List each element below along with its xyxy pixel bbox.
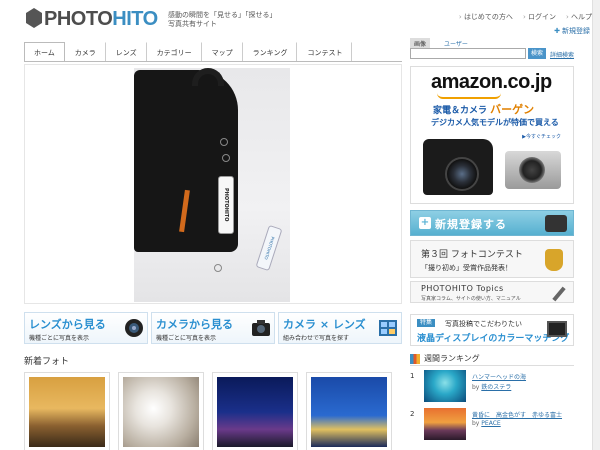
amazon-subline: デジカメ人気モデルが特価で買える	[431, 118, 559, 127]
amazon-headline-a: 家電＆カメラ	[433, 106, 491, 116]
camera-lens	[445, 157, 479, 191]
nav-category[interactable]: カテゴリー	[147, 42, 202, 62]
window-grid-icon	[379, 320, 397, 336]
ranking-author[interactable]: 鉄のステラ	[481, 384, 511, 391]
nav-contest[interactable]: コンテスト	[297, 42, 353, 62]
bag-strap	[192, 68, 224, 86]
site-logo[interactable]: PHOTOHITO	[44, 8, 158, 30]
feature-subtitle: 組み合わせで写真を探す	[283, 335, 350, 342]
register-banner[interactable]: + 新規登録する	[410, 210, 574, 236]
register-banner-label: 新規登録する	[435, 218, 507, 231]
header-links: はじめての方へ ログイン ヘルプ	[459, 12, 592, 22]
amazon-smile-icon	[437, 93, 501, 99]
by-label: by	[472, 420, 482, 427]
camera-lens	[519, 157, 545, 183]
new-photos-title: 新着フォト	[24, 357, 70, 367]
photo-thumb[interactable]	[24, 372, 110, 450]
rank-number: 2	[410, 410, 415, 418]
ranking-title: 週間ランキング	[424, 354, 480, 363]
camera-lens-combo-button[interactable]: カメラ × レンズ 組み合わせで写真を探す	[278, 312, 402, 344]
amazon-headline: 家電＆カメラ バーゲン	[433, 101, 534, 117]
ranking-thumb[interactable]	[424, 370, 466, 402]
feature-subtitle: 機種ごとに写真を表示	[156, 335, 217, 342]
display-feature-banner[interactable]: 特集 写真投稿でこだわりたい 液晶ディスプレイのカラーマッチング	[410, 314, 574, 346]
keyring-icon	[214, 264, 222, 272]
ranking-item: 1 ハンマーヘッドの海 by 鉄のステラ	[410, 370, 574, 408]
search-button[interactable]: 検索	[528, 48, 546, 59]
browse-by-lens-button[interactable]: レンズから見る 機種ごとに写真を表示	[24, 312, 148, 344]
tagline: 感動の瞬間を「見せる」「探せる」 写真共有サイト	[168, 11, 277, 29]
logo-text-part1: PHOTO	[44, 8, 113, 30]
keyring-icon	[220, 138, 228, 146]
feature-title: カメラ × レンズ	[283, 318, 366, 331]
monitor-icon	[547, 321, 567, 337]
photo-thumb[interactable]	[306, 372, 392, 450]
amazon-logo: amazon.co.jp	[431, 71, 552, 93]
keychain-tag: PHOTOHITO	[218, 176, 234, 234]
search-input[interactable]	[410, 48, 526, 59]
pen-icon	[552, 286, 566, 302]
weekly-ranking-header: 週間ランキング	[410, 352, 574, 366]
browse-by-camera-button[interactable]: カメラから見る 機種ごとに写真を表示	[151, 312, 275, 344]
ranking-bars-icon	[410, 354, 420, 364]
nav-lens[interactable]: レンズ	[106, 42, 147, 62]
topics-subtitle: 写真家コラム、サイトの使い方、マニュアル	[421, 296, 521, 302]
ranking-author-line: by PEACE	[472, 420, 501, 427]
dslr-camera-image	[423, 139, 493, 195]
link-beginners[interactable]: はじめての方へ	[459, 12, 513, 22]
feature-subtitle: 機種ごとに写真を表示	[29, 335, 90, 342]
ranking-photo-title[interactable]: 黄昏に 高金色がす 赤ゆる富士	[472, 410, 562, 419]
amazon-ad-banner[interactable]: amazon.co.jp 家電＆カメラ バーゲン デジカメ人気モデルが特価で買え…	[410, 66, 574, 204]
ranking-author-line: by 鉄のステラ	[472, 382, 511, 391]
page-scrollbar[interactable]	[592, 0, 600, 450]
camera-icon	[545, 215, 567, 232]
feature-badge: 特集	[417, 319, 436, 327]
link-help[interactable]: ヘルプ	[566, 12, 592, 22]
topics-banner[interactable]: PHOTOHITO Topics 写真家コラム、サイトの使い方、マニュアル	[410, 281, 574, 303]
trophy-icon	[545, 249, 563, 271]
topics-title: PHOTOHITO Topics	[421, 284, 504, 293]
plus-icon: +	[419, 217, 431, 229]
main-nav: ホーム カメラ レンズ カテゴリー マップ ランキング コンテスト	[24, 42, 353, 62]
tagline-line2: 写真共有サイト	[168, 20, 217, 28]
nav-home[interactable]: ホーム	[24, 42, 65, 62]
ranking-item: 2 黄昏に 高金色がす 赤ゆる富士 by PEACE	[410, 408, 574, 446]
photo-thumb[interactable]	[212, 372, 298, 450]
nav-divider	[24, 61, 402, 62]
bag-ribbon	[179, 189, 190, 233]
link-login[interactable]: ログイン	[523, 12, 556, 22]
amazon-check-link[interactable]: ▶今すぐチェック	[522, 133, 561, 140]
ranking-thumb[interactable]	[424, 408, 466, 440]
contest-subtitle: 「撮り初め」受賞作品発表！	[421, 264, 512, 272]
contest-title: 第３回 フォトコンテスト	[421, 250, 523, 260]
logo-icon[interactable]	[26, 8, 42, 28]
nav-camera[interactable]: カメラ	[65, 42, 106, 62]
feature-title: カメラから見る	[156, 318, 233, 331]
nav-ranking[interactable]: ランキング	[243, 42, 298, 62]
signup-link[interactable]: ✚ 新規登録	[554, 26, 590, 36]
logo-text-part2: HITO	[112, 8, 158, 30]
ranking-photo-title[interactable]: ハンマーヘッドの海	[472, 372, 526, 381]
nav-map[interactable]: マップ	[202, 42, 243, 62]
tagline-line1: 感動の瞬間を「見せる」「探せる」	[168, 11, 277, 19]
new-photos-list	[24, 372, 392, 450]
compact-camera-image	[505, 151, 561, 189]
feature-title: レンズから見る	[29, 318, 106, 331]
plus-icon: ✚	[554, 27, 560, 35]
display-ad-title: 写真投稿でこだわりたい	[445, 320, 522, 328]
rank-number: 1	[410, 372, 415, 380]
amazon-headline-b: バーゲン	[490, 103, 535, 116]
lens-icon	[125, 319, 143, 337]
photo-thumb[interactable]	[118, 372, 204, 450]
keyring-icon	[222, 154, 230, 162]
keychain-tag-lying: PHOTOHITO	[255, 224, 283, 272]
camera-icon	[252, 320, 270, 336]
by-label: by	[472, 384, 482, 391]
signup-link-label: 新規登録	[562, 27, 590, 35]
contest-banner[interactable]: 第３回 フォトコンテスト 「撮り初め」受賞作品発表！	[410, 240, 574, 278]
advanced-search-link[interactable]: 詳細検索	[550, 50, 574, 59]
hero-photo[interactable]: PHOTOHITO PHOTOHITO	[134, 68, 290, 302]
ranking-author[interactable]: PEACE	[481, 420, 500, 427]
